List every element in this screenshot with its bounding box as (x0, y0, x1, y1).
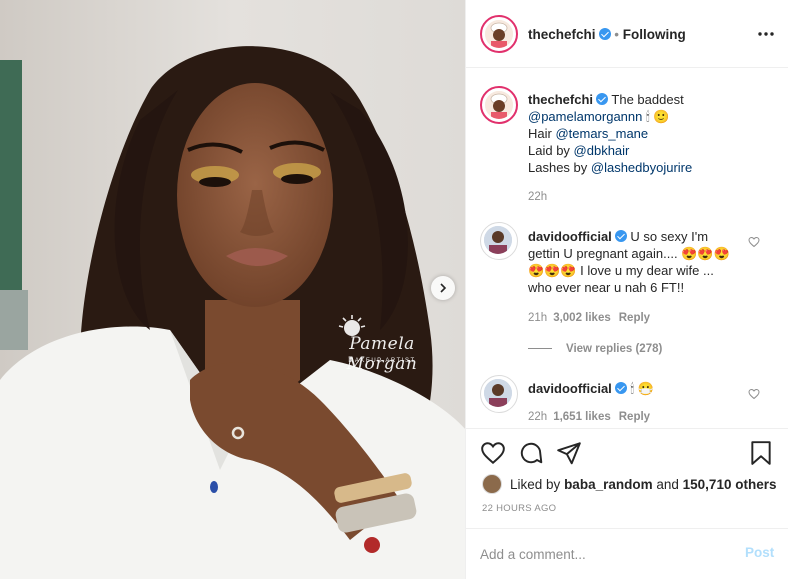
post-sidebar: thechefchi • Following thechefchi The ba… (466, 0, 788, 579)
comment-bar: Post (466, 528, 788, 579)
caption-username[interactable]: thechefchi (528, 92, 593, 107)
watermark-name: Pamela Morgan (346, 334, 418, 374)
comment-input[interactable] (480, 544, 720, 564)
post-header: thechefchi • Following (466, 0, 788, 68)
comment-username[interactable]: davidoofficial (528, 381, 612, 396)
follow-status-button[interactable]: Following (623, 27, 686, 42)
mention-link[interactable]: @dbkhair (574, 143, 630, 158)
share-icon[interactable] (556, 440, 582, 466)
comment-line-4: who ever near u nah 6 FT!! (528, 280, 685, 295)
post-photo[interactable]: Pamela Morgan MAKEUP ARTIST (0, 0, 466, 579)
heart-icon[interactable] (480, 440, 506, 466)
caption-timestamp[interactable]: 22h (528, 191, 547, 203)
next-photo-button[interactable] (431, 276, 455, 300)
comment-text: U so sexy I'm (630, 229, 709, 244)
comment-like-heart-icon[interactable] (748, 236, 760, 248)
chevron-right-icon (440, 283, 447, 293)
action-bar (466, 428, 788, 474)
replies-divider (528, 348, 552, 350)
caption-line-4: Laid by @dbkhair (528, 142, 629, 159)
verified-badge-icon (596, 93, 609, 105)
caption-avatar[interactable] (480, 86, 518, 124)
reply-button[interactable]: Reply (619, 312, 650, 324)
caption-line-2: @pamelamorgannn 🕯 🙂 (528, 108, 670, 125)
liker-avatar[interactable] (482, 474, 502, 494)
comment-likes[interactable]: 3,002 likes (553, 312, 611, 324)
comment-line-1: davidoofficial U so sexy I'm (528, 228, 708, 245)
comment-time[interactable]: 22h (528, 411, 547, 423)
comment-meta: 21h 3,002 likes Reply (528, 312, 650, 324)
comment-avatar[interactable] (480, 375, 518, 413)
author-avatar[interactable] (480, 15, 518, 53)
comment-like-heart-icon[interactable] (748, 388, 760, 400)
comment-line-2: gettin U pregnant again.... 😍😍😍 (528, 246, 730, 261)
reply-button[interactable]: Reply (619, 411, 650, 423)
mention-link[interactable]: @temars_mane (555, 126, 648, 141)
liker-username[interactable]: baba_random (564, 477, 653, 492)
caption-text: The baddest (611, 92, 684, 107)
verified-badge-icon (614, 230, 627, 242)
liked-by-and: and (656, 476, 679, 492)
comment-icon[interactable] (518, 440, 544, 466)
post-timestamp[interactable]: 22 HOURS AGO (482, 503, 556, 514)
likes-count[interactable]: 150,710 others (683, 477, 777, 492)
verified-badge-icon (598, 28, 611, 40)
chef-avatar-icon (485, 91, 513, 119)
more-horizontal-icon (758, 32, 774, 36)
caption-emoji: 🕯 🙂 (646, 109, 670, 124)
caption-line-5: Lashes by @lashedbyojurire (528, 159, 692, 176)
liked-by-prefix: Liked by (510, 476, 561, 492)
caption-text: Laid by (528, 143, 574, 158)
header-username[interactable]: thechefchi (528, 27, 596, 42)
user-avatar-icon (484, 226, 512, 254)
photo-watermark: Pamela Morgan MAKEUP ARTIST (322, 316, 442, 376)
comment-text: 🕯 😷 (630, 381, 654, 396)
comment-username[interactable]: davidoofficial (528, 229, 612, 244)
comment-time[interactable]: 21h (528, 312, 547, 324)
verified-badge-icon (614, 382, 627, 394)
caption-text: Lashes by (528, 160, 591, 175)
liked-by-row: Liked by baba_random and 150,710 others (482, 474, 776, 494)
portrait-image (0, 0, 465, 579)
view-replies-label[interactable]: View replies (278) (566, 343, 662, 355)
user-avatar-icon (484, 379, 512, 407)
comment-avatar[interactable] (480, 222, 518, 260)
comment-likes[interactable]: 1,651 likes (553, 411, 611, 423)
comment-meta: 22h 1,651 likes Reply (528, 411, 650, 423)
caption-text: Hair (528, 126, 556, 141)
mention-link[interactable]: @lashedbyojurire (591, 160, 692, 175)
post-comment-button[interactable]: Post (745, 545, 774, 560)
header-separator: • (614, 27, 623, 42)
chef-avatar-icon (485, 20, 513, 48)
caption-line-3: Hair @temars_mane (528, 125, 648, 142)
more-options-button[interactable] (756, 24, 776, 44)
caption-line-1: thechefchi The baddest (528, 91, 684, 108)
watermark-subtitle: MAKEUP ARTIST (348, 358, 416, 364)
comment-line-1: davidoofficial 🕯 😷 (528, 380, 654, 397)
view-replies-button[interactable]: View replies (278) (528, 343, 662, 355)
mention-link[interactable]: @pamelamorgannn (528, 109, 642, 124)
bookmark-icon[interactable] (748, 440, 774, 466)
header-username-row: thechefchi • Following (528, 27, 686, 42)
comment-line-3: 😍😍😍 I love u my dear wife ... (528, 263, 714, 278)
